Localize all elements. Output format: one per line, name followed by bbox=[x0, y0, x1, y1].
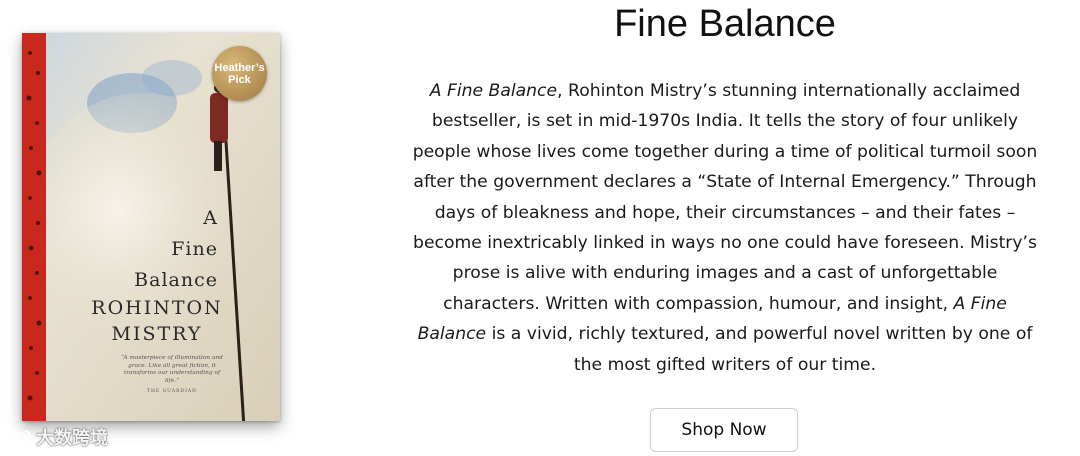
cover-title-line: Balance bbox=[134, 269, 218, 291]
watermark: 大数跨境 bbox=[8, 424, 108, 450]
description-text: , Rohinton Mistry’s stunning internation… bbox=[412, 81, 1038, 314]
cover-title: A Fine Balance bbox=[134, 203, 218, 296]
book-cover[interactable]: A Fine Balance ROHINTON MISTRY “A master… bbox=[22, 33, 280, 421]
cover-quote-source: THE GUARDIAN bbox=[146, 389, 198, 394]
spine-red-band bbox=[22, 33, 46, 421]
cover-author: ROHINTON MISTRY bbox=[72, 295, 242, 347]
cover-title-line: Fine bbox=[171, 238, 218, 260]
book-description: A Fine Balance, Rohinton Mistry’s stunni… bbox=[410, 76, 1040, 380]
page-title: Fine Balance bbox=[614, 3, 836, 45]
cover-author-line: ROHINTON bbox=[91, 297, 223, 319]
heathers-pick-badge: Heather’s Pick bbox=[212, 46, 267, 101]
badge-line: Heather’s bbox=[214, 61, 265, 74]
weibo-logo-icon bbox=[8, 430, 31, 446]
cover-title-line: A bbox=[203, 207, 218, 229]
description-emphasis: A Fine Balance bbox=[429, 81, 558, 101]
shop-now-button[interactable]: Shop Now bbox=[650, 408, 798, 452]
badge-line: Pick bbox=[228, 73, 251, 86]
description-text: is a vivid, richly textured, and powerfu… bbox=[486, 324, 1033, 375]
cover-author-line: MISTRY bbox=[111, 323, 203, 345]
watermark-text: 大数跨境 bbox=[36, 428, 108, 449]
cover-quote: “A masterpiece of illumination and grace… bbox=[121, 355, 223, 384]
figure-silhouette bbox=[210, 93, 228, 143]
